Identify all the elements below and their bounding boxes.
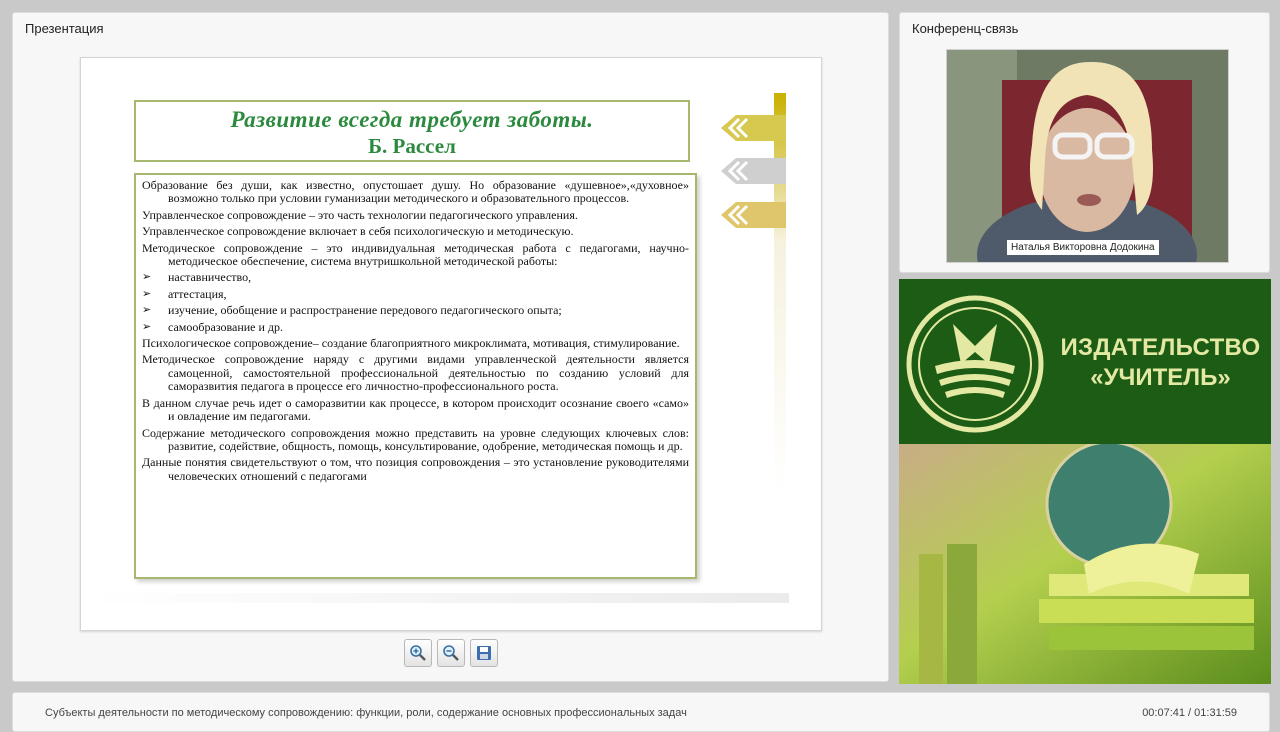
slide-title: Развитие всегда требует заботы. [230, 107, 594, 132]
slide-paragraph: Содержание методического сопровождения м… [142, 425, 689, 453]
slide-bullet: ➢ самообразование и др. [142, 319, 284, 334]
books-globe-image [899, 440, 1271, 684]
lecture-title: Субъекты деятельности по методическому с… [45, 707, 687, 719]
publisher-promo: ИЗДАТЕЛЬСТВО «УЧИТЕЛЬ» [899, 279, 1271, 684]
bullet-arrow-icon: ➢ [142, 320, 152, 333]
participant-name-label: Наталья Викторовна Додокина [1007, 240, 1159, 255]
publisher-logo-icon [906, 295, 1044, 433]
slide-paragraph: Управленческое сопровождение – это часть… [142, 207, 578, 222]
slide-title-author: Б. Рассел [368, 134, 456, 158]
bullet-arrow-icon: ➢ [142, 304, 152, 317]
slide-paragraph: Методическое сопровождение – это индивид… [142, 240, 689, 269]
presentation-panel-title: Презентация [25, 21, 104, 36]
chevron-arrow-icon [721, 115, 786, 141]
presentation-panel: Презентация Развитие всегда требует забо… [12, 12, 889, 682]
chevron-arrow-icon [721, 158, 786, 184]
slide-paragraph: Управленческое сопровождение включает в … [142, 224, 574, 239]
conference-panel: Конференц-связь Наталья Викторовна Додок… [899, 12, 1270, 273]
slide-bullet: ➢ изучение, обобщение и распространение п… [142, 303, 562, 318]
conference-panel-title: Конференц-связь [912, 21, 1019, 36]
chevron-arrow-icon [721, 202, 786, 228]
save-icon [477, 646, 491, 660]
participant-video-frame [947, 50, 1228, 262]
bullet-arrow-icon: ➢ [142, 271, 152, 284]
slide-bullet: ➢ наставничество, [142, 270, 252, 285]
slide-title-box: Развитие всегда требует заботы. Б. Рассе… [134, 100, 690, 162]
slide-decoration-shadow [89, 593, 789, 603]
footer-bar: Субъекты деятельности по методическому с… [12, 692, 1270, 732]
slide-paragraph: Данные понятия свидетельствуют о том, чт… [142, 455, 689, 483]
participant-video[interactable]: Наталья Викторовна Додокина [946, 49, 1229, 263]
zoom-out-button[interactable] [437, 639, 465, 667]
slide-paragraph: Образование без души, как известно, опус… [142, 178, 689, 206]
slide-paragraph: Методическое сопровождение наряду с друг… [142, 352, 689, 394]
zoom-in-icon [410, 645, 426, 661]
slide: Развитие всегда требует заботы. Б. Рассе… [80, 57, 822, 631]
zoom-in-button[interactable] [404, 639, 432, 667]
playback-time: 00:07:41 / 01:31:59 [1142, 707, 1237, 719]
slide-bullet: ➢ аттестация, [142, 286, 227, 301]
slide-paragraph: Психологическое сопровождение– создание … [142, 336, 680, 351]
promo-image [899, 440, 1271, 684]
save-button[interactable] [470, 639, 498, 667]
promo-header: ИЗДАТЕЛЬСТВО «УЧИТЕЛЬ» [899, 279, 1271, 444]
zoom-out-icon [443, 645, 459, 661]
slide-paragraph: В данном случае речь идет о саморазвитии… [142, 395, 689, 424]
bullet-arrow-icon: ➢ [142, 287, 152, 300]
slide-body: Образование без души, как известно, опус… [134, 173, 697, 579]
publisher-name: ИЗДАТЕЛЬСТВО «УЧИТЕЛЬ» [1060, 334, 1261, 391]
